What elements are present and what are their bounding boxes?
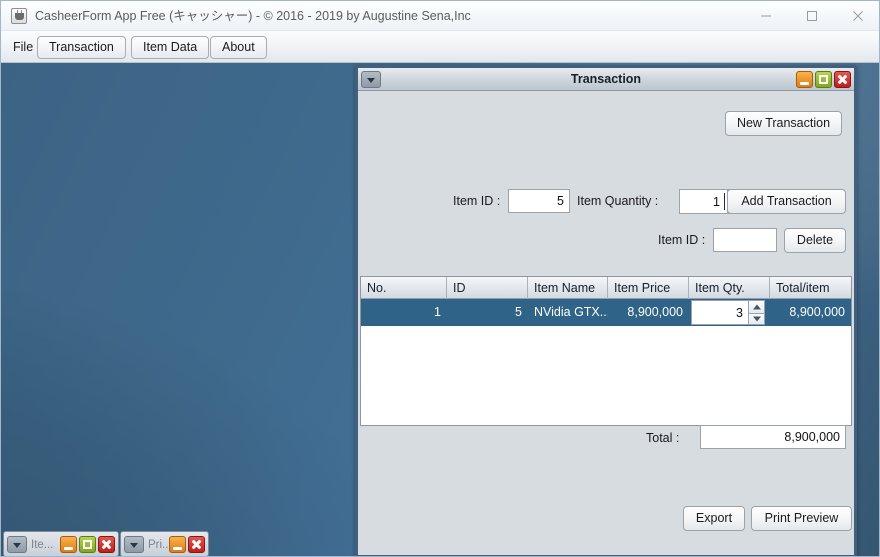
cell-item-qty-spinner-down-icon[interactable] xyxy=(748,312,765,325)
taskbar-item-menu-icon[interactable] xyxy=(124,536,144,553)
item-quantity-label: Item Quantity : xyxy=(577,194,659,208)
table-header-id[interactable]: ID xyxy=(447,277,528,299)
window-minimize-button[interactable] xyxy=(743,1,789,31)
cell-no: 1 xyxy=(434,305,441,319)
cell-item-qty-spinner[interactable]: 3 xyxy=(691,300,765,325)
cell-item-qty-spinner-field[interactable]: 3 xyxy=(691,300,748,325)
internal-frame-title-bar[interactable]: Transaction xyxy=(358,68,854,91)
table-header-item-price[interactable]: Item Price xyxy=(608,277,689,299)
frame-close-icon[interactable] xyxy=(834,71,851,88)
taskbar-item-minimize-icon[interactable] xyxy=(169,536,186,553)
taskbar-item-minimize-icon[interactable] xyxy=(60,536,77,553)
internal-frame-content: New Transaction Item ID : 5 Item Quantit… xyxy=(358,91,854,555)
window-maximize-button[interactable] xyxy=(789,1,835,31)
table-header-item-qty[interactable]: Item Qty. xyxy=(689,277,770,299)
taskbar-item-menu-icon[interactable] xyxy=(7,536,27,553)
taskbar-item-close-icon[interactable] xyxy=(98,536,115,553)
window-close-button[interactable] xyxy=(835,1,879,31)
application-window: CasheerForm App Free (キャッシャー) - © 2016 -… xyxy=(0,0,880,557)
internal-frame-title: Transaction xyxy=(570,72,642,86)
desktop-pane: Transaction New Transaction Item ID : 5 … xyxy=(1,63,879,556)
item-quantity-spinner-field[interactable]: 1 xyxy=(679,189,727,214)
taskbar-item-item-data[interactable]: Ite... xyxy=(3,531,119,556)
menu-button-item-data[interactable]: Item Data xyxy=(131,36,210,59)
table-header-no[interactable]: No. xyxy=(361,277,447,299)
total-value: 8,900,000 xyxy=(784,429,840,444)
transaction-table[interactable]: No. ID Item Name Item Price Item Qty. To… xyxy=(360,276,852,426)
taskbar-item-print-preview[interactable]: Pri... xyxy=(120,531,209,556)
taskbar-item-maximize-icon[interactable] xyxy=(79,536,96,553)
cell-id: 5 xyxy=(515,305,522,319)
table-header-total-item[interactable]: Total/item xyxy=(770,277,851,299)
table-row[interactable]: 1 5 NVidia GTX... 8,900,000 3 8,900,000 xyxy=(361,299,851,326)
menu-button-transaction[interactable]: Transaction xyxy=(37,36,126,59)
cell-total-item: 8,900,000 xyxy=(789,305,845,319)
item-id-label: Item ID : xyxy=(453,194,501,208)
new-transaction-button[interactable]: New Transaction xyxy=(725,111,842,136)
delete-item-id-label: Item ID : xyxy=(658,233,706,247)
taskbar-item-close-icon[interactable] xyxy=(188,536,205,553)
delete-item-id-input[interactable] xyxy=(713,228,777,252)
cell-item-qty-spinner-up-icon[interactable] xyxy=(748,300,765,313)
export-button[interactable]: Export xyxy=(683,506,745,531)
text-caret xyxy=(724,193,725,210)
cell-item-name: NVidia GTX... xyxy=(534,305,608,319)
total-input[interactable]: 8,900,000 xyxy=(700,425,846,449)
window-title-bar: CasheerForm App Free (キャッシャー) - © 2016 -… xyxy=(1,1,879,31)
print-preview-button[interactable]: Print Preview xyxy=(751,506,852,531)
frame-maximize-icon[interactable] xyxy=(815,71,832,88)
menu-item-file[interactable]: File xyxy=(9,31,37,63)
cell-item-price: 8,900,000 xyxy=(627,305,683,319)
table-header-item-name[interactable]: Item Name xyxy=(528,277,608,299)
item-id-input[interactable]: 5 xyxy=(508,189,570,213)
table-header-row: No. ID Item Name Item Price Item Qty. To… xyxy=(361,277,851,299)
item-quantity-spinner-value: 1 xyxy=(713,194,720,209)
add-transaction-button[interactable]: Add Transaction xyxy=(727,189,846,214)
taskbar-item-label: Ite... xyxy=(31,539,54,551)
item-id-input-value: 5 xyxy=(557,193,564,208)
total-label: Total : xyxy=(646,431,680,445)
window-title: CasheerForm App Free (キャッシャー) - © 2016 -… xyxy=(35,9,471,23)
menu-button-about[interactable]: About xyxy=(210,36,267,59)
frame-minimize-icon[interactable] xyxy=(796,71,813,88)
internal-frame-transaction: Transaction New Transaction Item ID : 5 … xyxy=(355,65,857,556)
delete-button[interactable]: Delete xyxy=(784,228,846,253)
menu-bar: File Transaction Item Data About xyxy=(1,31,879,63)
java-coffee-cup-icon xyxy=(11,8,27,24)
cell-item-qty-value: 3 xyxy=(736,305,743,320)
